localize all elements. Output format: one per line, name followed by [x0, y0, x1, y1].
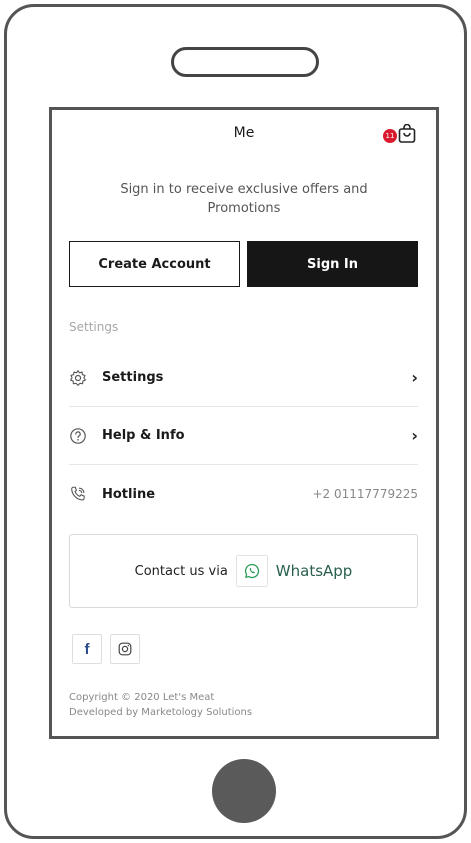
header: Me 11: [52, 110, 436, 160]
page-title: Me: [233, 125, 255, 141]
home-button[interactable]: [212, 759, 276, 823]
cart-badge: 11: [383, 129, 397, 143]
contact-label: Contact us via: [134, 563, 228, 579]
instagram-icon: [118, 642, 132, 656]
whatsapp-icon-box: [235, 555, 268, 587]
developer-credit: Developed by Marketology Solutions: [69, 707, 253, 718]
facebook-button[interactable]: f: [72, 634, 102, 664]
copyright-text: Copyright © 2020 Let's Meat: [69, 692, 215, 703]
shopping-bag-icon[interactable]: [397, 124, 417, 144]
help-circle-icon: [70, 427, 86, 444]
help-info-row[interactable]: Help & Info ›: [69, 407, 418, 465]
create-account-button[interactable]: Create Account: [69, 241, 240, 287]
contact-card[interactable]: Contact us via WhatsApp: [69, 534, 418, 608]
phone-speaker: [171, 47, 319, 77]
sign-in-button[interactable]: Sign In: [247, 241, 418, 287]
footer: Copyright © 2020 Let's Meat Developed by…: [69, 690, 252, 720]
chevron-right-icon: ›: [411, 368, 418, 387]
hotline-row[interactable]: Hotline +2 01117779225: [69, 465, 418, 523]
settings-row[interactable]: Settings ›: [69, 349, 418, 407]
whatsapp-icon: [244, 563, 259, 579]
instagram-button[interactable]: [110, 634, 140, 664]
help-info-label: Help & Info: [102, 428, 185, 443]
hotline-number[interactable]: +2 01117779225: [313, 487, 419, 501]
settings-section-label: Settings: [69, 320, 119, 334]
phone-frame: Me 11 Sign in to receive exclusive offer…: [4, 4, 467, 839]
hotline-label: Hotline: [102, 486, 156, 502]
sign-in-prompt: Sign in to receive exclusive offers and …: [120, 182, 368, 216]
settings-label: Settings: [102, 370, 164, 385]
whatsapp-link[interactable]: WhatsApp: [276, 562, 353, 580]
chevron-right-icon: ›: [411, 426, 418, 445]
app-screen: Me 11 Sign in to receive exclusive offer…: [49, 107, 439, 739]
facebook-icon: f: [84, 640, 90, 658]
gear-icon: [70, 369, 86, 386]
phone-icon: [71, 486, 85, 501]
